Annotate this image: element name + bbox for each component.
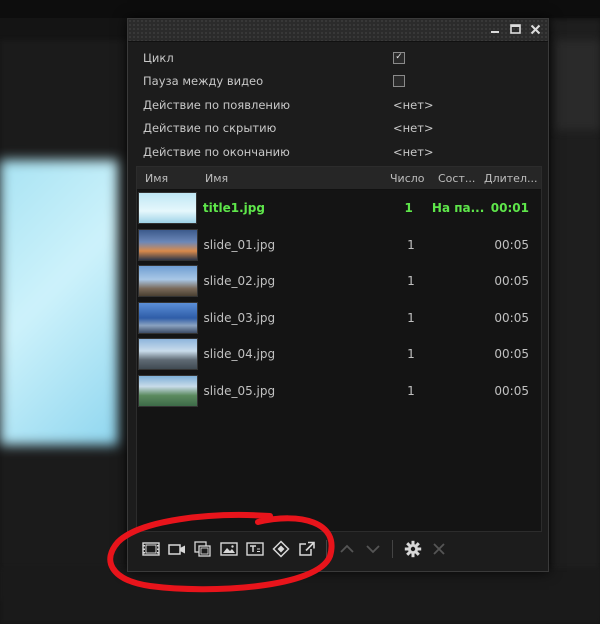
image-icon — [219, 542, 238, 556]
move-down-button[interactable] — [362, 539, 383, 560]
minimize-button[interactable] — [488, 21, 502, 37]
item-count: 1 — [407, 383, 415, 398]
close-window-icon — [530, 24, 540, 34]
column-header-name[interactable]: Имя — [205, 172, 390, 185]
add-image-button[interactable] — [218, 539, 239, 560]
item-count: 1 — [407, 237, 415, 252]
item-duration: 00:05 — [494, 347, 529, 362]
diamond-icon — [271, 540, 290, 558]
item-count: 1 — [407, 310, 415, 325]
thumbnail — [138, 192, 197, 225]
item-count: 1 — [407, 274, 415, 289]
list-header: Имя Имя Число Сост... Длител... — [137, 167, 541, 190]
property-label-on-hide: Действие по скрытию — [143, 121, 277, 136]
list-item[interactable]: slide_01.jpg 1 00:05 — [137, 227, 541, 264]
thumbnail — [138, 374, 198, 407]
maximize-button[interactable] — [508, 21, 522, 37]
item-name: slide_05.jpg — [203, 383, 276, 398]
add-video-button[interactable] — [140, 539, 161, 560]
on-show-action-value[interactable]: <нет> — [393, 98, 540, 112]
item-duration: 00:05 — [494, 310, 529, 325]
close-icon — [432, 543, 445, 555]
on-end-action-value[interactable]: <нет> — [393, 145, 540, 159]
media-list: Имя Имя Число Сост... Длител... title1.j… — [136, 166, 542, 532]
add-effect-button[interactable] — [270, 539, 291, 560]
loop-checkbox[interactable]: ✓ — [393, 51, 405, 64]
item-duration: 00:05 — [494, 383, 529, 398]
item-count: 1 — [407, 347, 415, 362]
item-name: title1.jpg — [202, 201, 265, 216]
arrow-down-icon — [365, 545, 380, 554]
item-name: slide_04.jpg — [203, 347, 276, 362]
thumbnail — [138, 265, 198, 298]
playlist-panel: Цикл ✓ Пауза между видео Действие по поя… — [127, 18, 549, 572]
panel-titlebar[interactable] — [128, 19, 548, 42]
window-controls — [488, 21, 542, 37]
add-text-button[interactable] — [244, 539, 265, 560]
properties-section: Цикл ✓ Пауза между видео Действие по поя… — [128, 42, 548, 164]
property-row: Пауза между видео — [136, 70, 540, 94]
pause-checkbox[interactable] — [393, 75, 405, 88]
arrow-up-icon — [339, 544, 354, 553]
item-state: На па... — [431, 201, 485, 216]
minimize-icon — [491, 31, 499, 33]
text-title-icon — [245, 542, 264, 556]
external-link-icon — [298, 541, 315, 556]
panel-toolbar — [136, 534, 540, 564]
list-item[interactable]: slide_02.jpg 1 00:05 — [137, 263, 541, 300]
film-strip-icon — [141, 542, 160, 556]
item-name: slide_01.jpg — [203, 237, 276, 252]
property-row: Действие по скрытию <нет> — [136, 117, 540, 141]
toolbar-separator — [392, 540, 393, 558]
item-duration: 00:05 — [494, 237, 529, 252]
list-item[interactable]: slide_03.jpg 1 00:05 — [137, 300, 541, 337]
item-name: slide_03.jpg — [203, 310, 276, 325]
column-header-thumb[interactable]: Имя — [137, 172, 205, 185]
list-item[interactable]: title1.jpg 1 На па... 00:01 — [137, 190, 541, 227]
list-item[interactable]: slide_04.jpg 1 00:05 — [137, 336, 541, 373]
gear-icon — [404, 540, 421, 558]
item-duration: 00:01 — [490, 201, 529, 216]
property-row: Действие по окончанию <нет> — [136, 140, 540, 164]
background-bottom-bar — [0, 568, 600, 624]
column-header-state[interactable]: Сост... — [438, 172, 480, 185]
background-preview — [0, 160, 118, 445]
thumbnail — [138, 301, 198, 334]
settings-button[interactable] — [402, 539, 423, 560]
background-right-card — [555, 40, 600, 130]
add-clips-button[interactable] — [192, 539, 213, 560]
column-header-duration[interactable]: Длител... — [480, 172, 541, 185]
item-duration: 00:05 — [494, 274, 529, 289]
thumbnail — [138, 228, 198, 261]
maximize-icon — [509, 23, 521, 34]
property-label-on-show: Действие по появлению — [143, 97, 291, 112]
list-item[interactable]: slide_05.jpg 1 00:05 — [137, 373, 541, 410]
add-camera-button[interactable] — [166, 539, 187, 560]
close-window-button[interactable] — [528, 21, 542, 37]
property-label-loop: Цикл — [143, 50, 174, 65]
background-top-bar — [0, 0, 600, 18]
on-hide-action-value[interactable]: <нет> — [393, 121, 540, 135]
open-external-button[interactable] — [296, 539, 317, 560]
property-label-on-end: Действие по окончанию — [143, 144, 290, 159]
toolbar-separator — [326, 540, 327, 558]
video-camera-icon — [167, 544, 185, 555]
property-label-pause: Пауза между видео — [143, 74, 264, 89]
delete-button[interactable] — [428, 539, 449, 560]
move-up-button[interactable] — [336, 539, 357, 560]
item-name: slide_02.jpg — [203, 274, 276, 289]
thumbnail — [138, 338, 198, 371]
property-row: Цикл ✓ — [136, 46, 540, 70]
column-header-count[interactable]: Число — [390, 172, 438, 185]
property-row: Действие по появлению <нет> — [136, 93, 540, 117]
copy-clips-icon — [193, 541, 211, 557]
item-count: 1 — [404, 201, 413, 216]
